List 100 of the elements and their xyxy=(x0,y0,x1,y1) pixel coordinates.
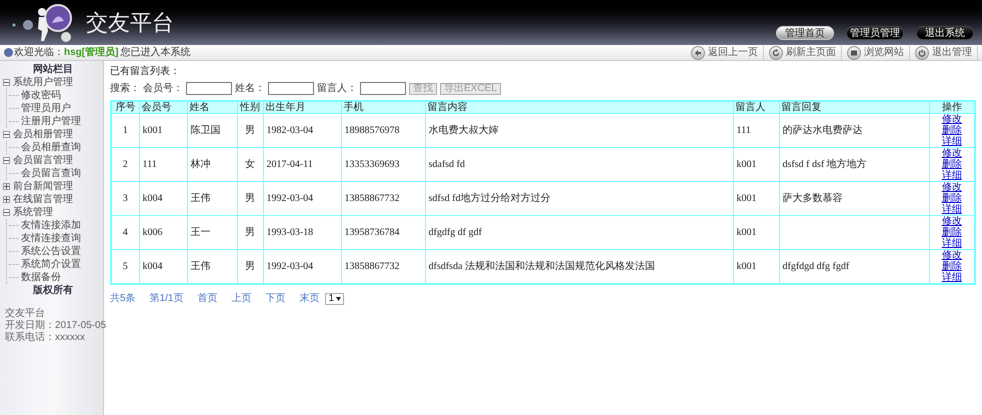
action-link[interactable]: 详细 xyxy=(942,171,962,181)
refresh-icon xyxy=(769,46,783,60)
tree-item[interactable]: 友情连接添加 xyxy=(21,219,81,232)
tree-item[interactable]: 系统用户管理 xyxy=(13,76,73,89)
search-field[interactable] xyxy=(268,82,314,95)
page-link[interactable]: 共5条 xyxy=(110,291,136,306)
table-cell: 18988576978 xyxy=(341,114,425,148)
page-link[interactable]: 末页 xyxy=(299,291,320,306)
action-link[interactable]: 删除 xyxy=(942,262,962,272)
action-link[interactable]: 修改 xyxy=(942,183,962,193)
column-header: 手机 xyxy=(341,101,425,114)
column-header: 会员号 xyxy=(139,101,187,114)
search-field[interactable] xyxy=(360,82,406,95)
tree-item[interactable]: 数据备份 xyxy=(21,271,61,284)
table-cell: k001 xyxy=(733,216,779,250)
tree-item[interactable]: 管理员用户 xyxy=(21,102,71,115)
nav-tab[interactable]: 退出系统 xyxy=(916,26,974,40)
welcome-label: 欢迎光临： xyxy=(14,46,64,60)
power-icon xyxy=(915,46,929,60)
table-cell: k006 xyxy=(139,216,187,250)
table-cell: 的萨达水电费萨达 xyxy=(779,114,929,148)
table-cell: 王伟 xyxy=(187,182,237,216)
tree-item[interactable]: 会员留言管理 xyxy=(13,154,73,167)
table-cell: k001 xyxy=(733,148,779,182)
table-cell: sdafsd fd xyxy=(425,148,733,182)
field-label: 姓名： xyxy=(235,82,265,96)
action-link[interactable]: 修改 xyxy=(942,115,962,125)
tree-item[interactable]: 会员相册管理 xyxy=(13,128,73,141)
nav-tab[interactable]: 管理首页 xyxy=(776,26,834,40)
table-cell: 13858867732 xyxy=(341,182,425,216)
table-cell: 13353369693 xyxy=(341,148,425,182)
tree-item[interactable]: 友情连接查询 xyxy=(21,232,81,245)
page-link[interactable]: 上页 xyxy=(231,291,252,306)
tree-item[interactable]: 修改密码 xyxy=(21,89,61,102)
nav-tab[interactable]: 管理员管理 xyxy=(846,26,904,40)
action-link[interactable]: 删除 xyxy=(942,126,962,136)
page-select[interactable]: 1 xyxy=(325,292,344,304)
page-link[interactable]: 下页 xyxy=(265,291,286,306)
table-cell: 1982-03-04 xyxy=(263,114,341,148)
tree-item[interactable]: 注册用户管理 xyxy=(21,115,81,128)
column-header: 留言内容 xyxy=(425,101,733,114)
expand-icon[interactable] xyxy=(3,196,10,203)
site-info: 联系电话：xxxxxx xyxy=(5,332,86,344)
tree-item[interactable]: 系统管理 xyxy=(13,206,53,219)
action-link[interactable]: 删除 xyxy=(942,228,962,238)
table-cell: k004 xyxy=(139,182,187,216)
table-cell: 男 xyxy=(237,216,263,250)
tree-item[interactable]: 会员留言查询 xyxy=(21,167,81,180)
column-header: 姓名 xyxy=(187,101,237,114)
page-link[interactable]: 首页 xyxy=(197,291,218,306)
sidebar-title: 网站栏目 xyxy=(32,63,74,76)
search-field[interactable] xyxy=(186,82,232,95)
toolbar-button[interactable]: 浏览网站 xyxy=(842,46,910,60)
table-cell: 2017-04-11 xyxy=(263,148,341,182)
table-cell: sdfsd fd地方过分给对方过分 xyxy=(425,182,733,216)
list-title: 已有留言列表： xyxy=(110,65,181,78)
action-link[interactable]: 删除 xyxy=(942,160,962,170)
table-cell: 1993-03-18 xyxy=(263,216,341,250)
table-cell: 王一 xyxy=(187,216,237,250)
action-link[interactable]: 修改 xyxy=(942,251,962,261)
column-header: 留言回复 xyxy=(779,101,929,114)
action-link[interactable]: 详细 xyxy=(942,273,962,283)
collapse-icon[interactable] xyxy=(3,209,10,216)
collapse-icon[interactable] xyxy=(3,157,10,164)
search-label: 搜索： xyxy=(110,82,140,96)
site-info: 交友平台 xyxy=(5,308,46,320)
tree-item[interactable]: 系统公告设置 xyxy=(21,245,81,258)
collapse-icon[interactable] xyxy=(3,131,10,138)
toolbar-button[interactable]: 刷新主页面 xyxy=(764,46,842,60)
table-cell: 4 xyxy=(111,216,139,250)
action-link[interactable]: 详细 xyxy=(942,205,962,215)
tree-item[interactable]: 系统简介设置 xyxy=(21,258,81,271)
toolbar-button[interactable]: 退出管理 xyxy=(910,46,978,60)
action-link[interactable]: 详细 xyxy=(942,137,962,147)
column-header: 操作 xyxy=(929,101,975,114)
toolbar-button[interactable]: 返回上一页 xyxy=(686,46,764,60)
action-link[interactable]: 修改 xyxy=(942,149,962,159)
column-header: 序号 xyxy=(111,101,139,114)
action-link[interactable]: 详细 xyxy=(942,239,962,249)
user-icon xyxy=(4,48,13,57)
page-link[interactable]: 第1/1页 xyxy=(150,291,184,306)
action-link[interactable]: 删除 xyxy=(942,194,962,204)
table-cell: 林冲 xyxy=(187,148,237,182)
tree-item[interactable]: 在线留言管理 xyxy=(13,193,73,206)
site-title: 交友平台 xyxy=(86,9,174,37)
table-cell: 111 xyxy=(139,148,187,182)
collapse-icon[interactable] xyxy=(3,79,10,86)
welcome-message: 您已进入本系统 xyxy=(120,46,190,60)
user-name: hsg[管理员] xyxy=(64,46,118,60)
tree-item[interactable]: 前台新闻管理 xyxy=(13,180,73,193)
table-cell: 111 xyxy=(733,114,779,148)
table-cell: 13958736784 xyxy=(341,216,425,250)
table-cell: 3 xyxy=(111,182,139,216)
field-label: 留言人： xyxy=(317,82,357,96)
table-cell: 男 xyxy=(237,182,263,216)
tree-item[interactable]: 会员相册查询 xyxy=(21,141,81,154)
table-cell: 男 xyxy=(237,114,263,148)
expand-icon[interactable] xyxy=(3,183,10,190)
action-link[interactable]: 修改 xyxy=(942,217,962,227)
column-header: 留言人 xyxy=(733,101,779,114)
